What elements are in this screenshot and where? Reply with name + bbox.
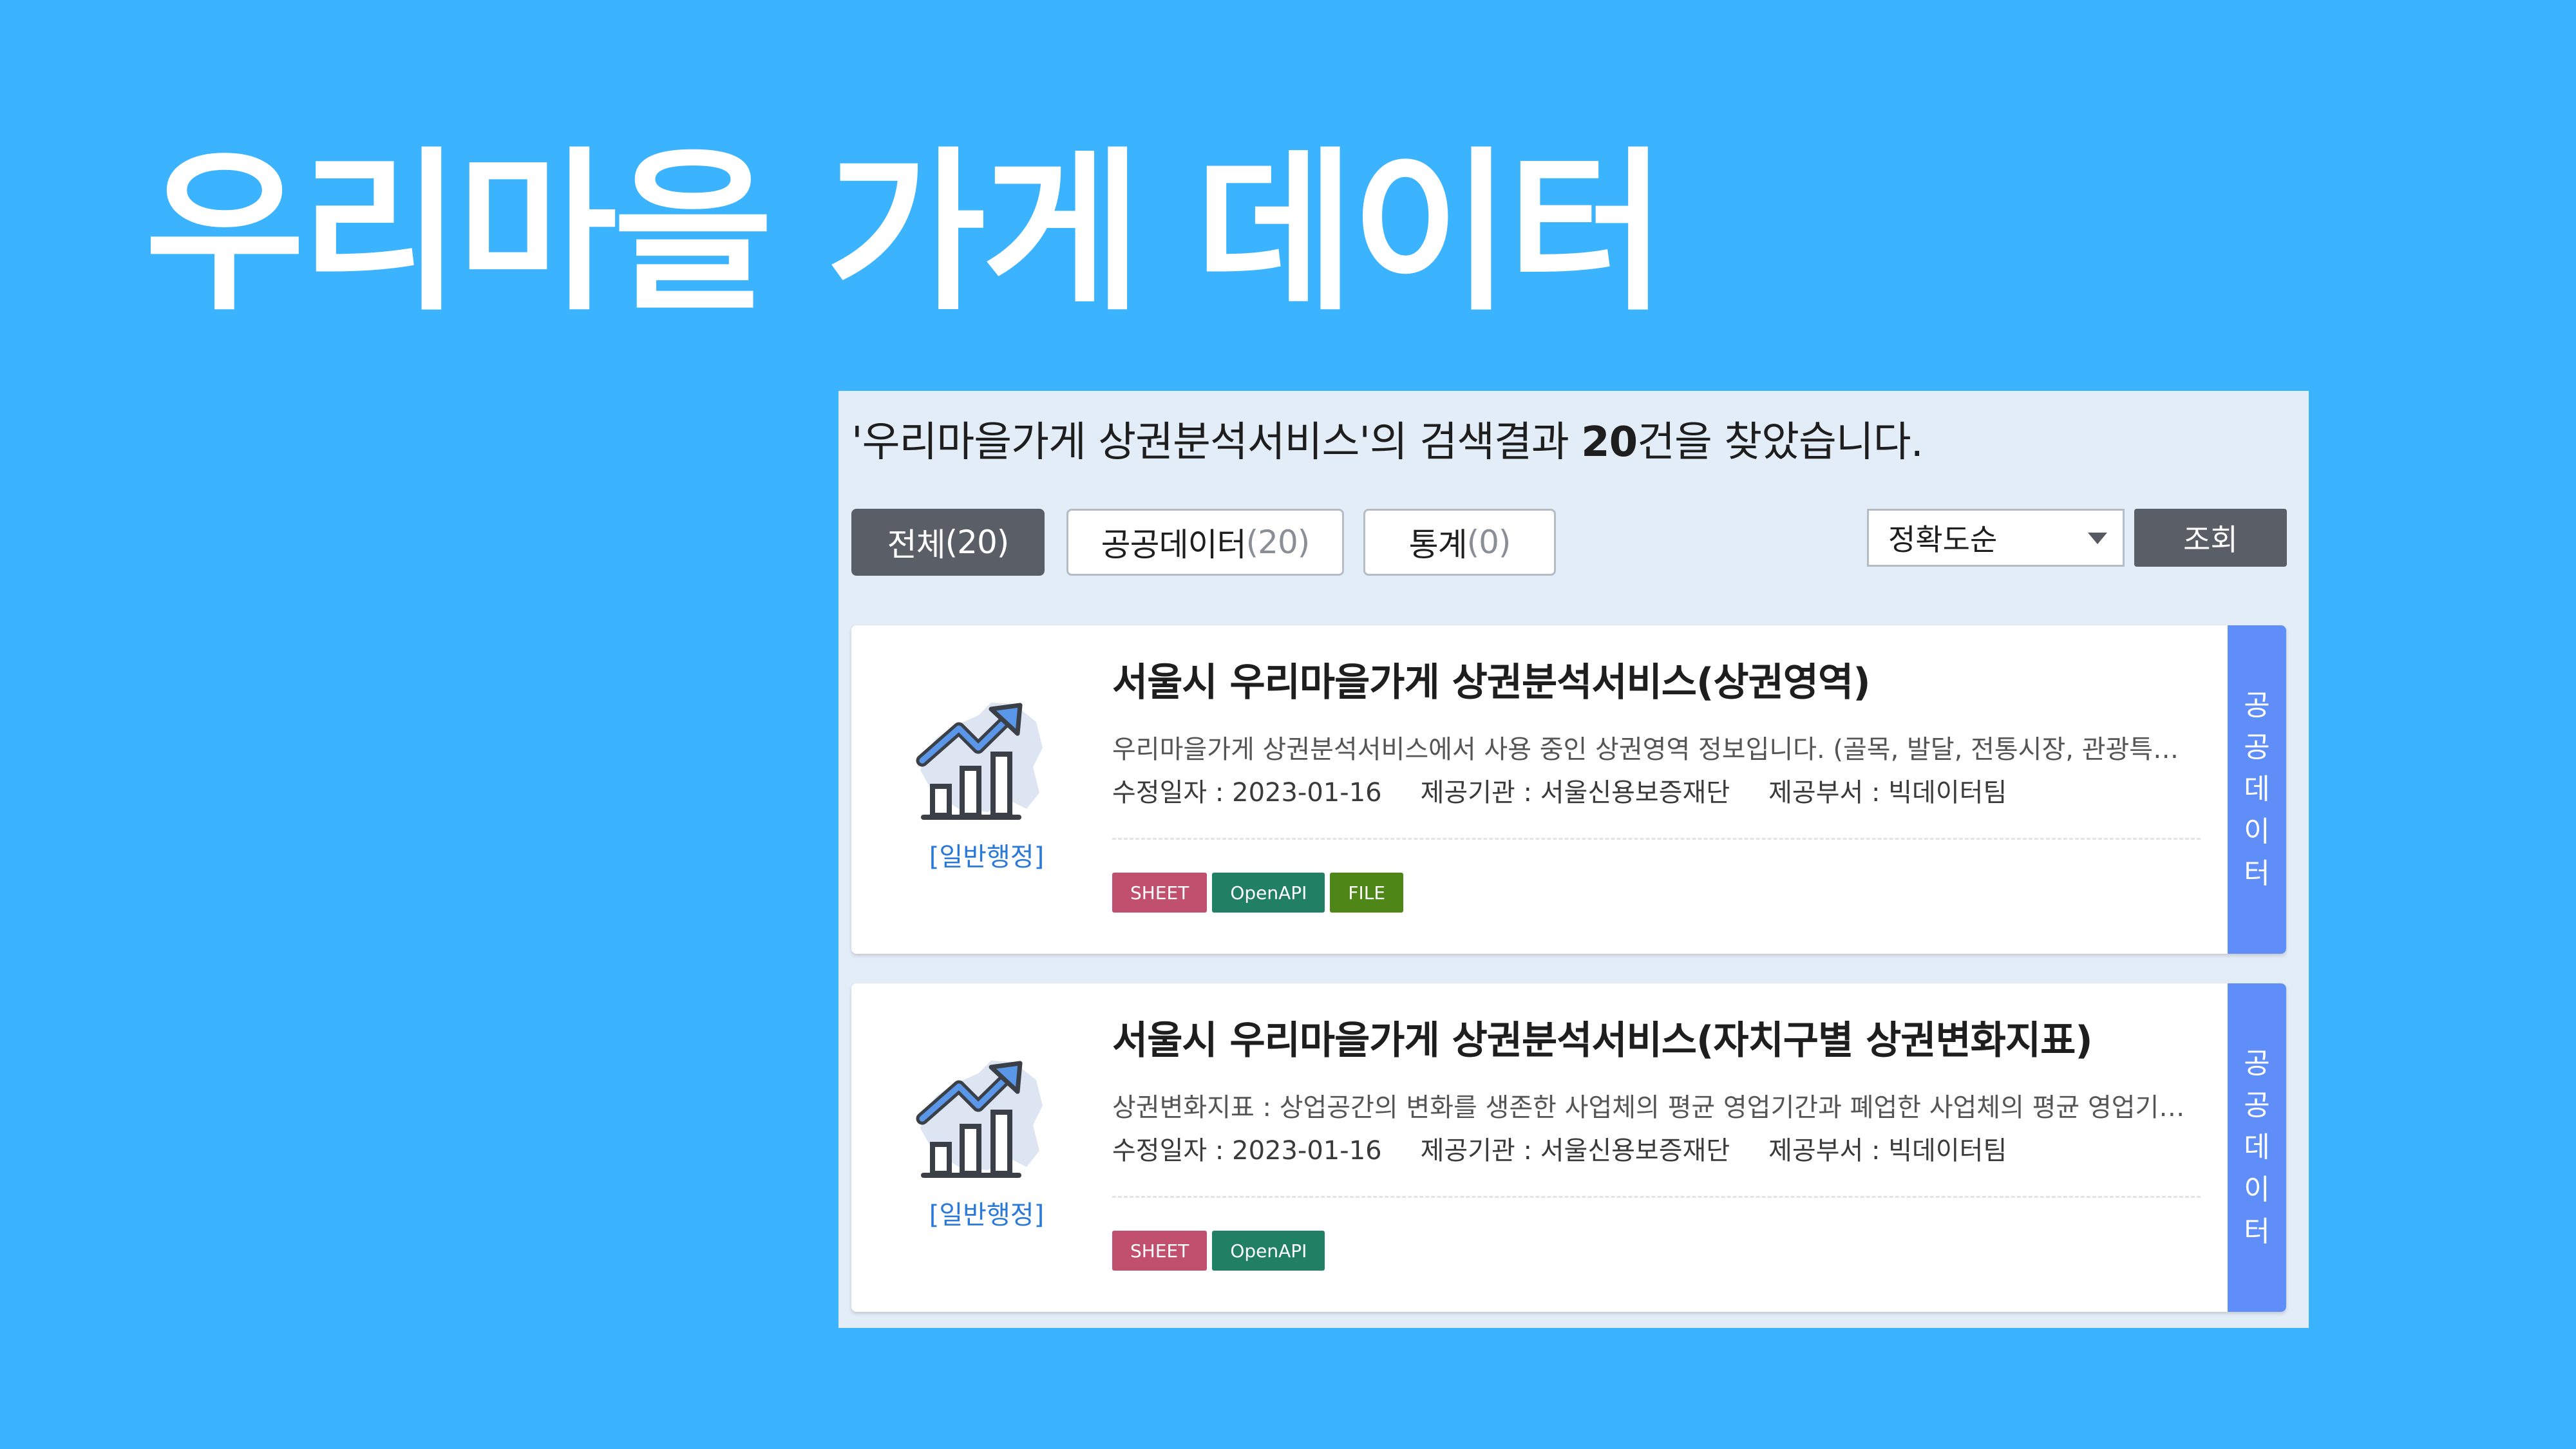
result-summary-prefix: '우리마을가게 상권분석서비스'의 검색결과 (851, 419, 1582, 466)
divider (1112, 1196, 2201, 1198)
department-label: 제공부서 : (1768, 778, 1880, 808)
trend-chart-icon (916, 703, 1043, 820)
department-value: 빅데이터팀 (1888, 1136, 2007, 1166)
tag-sheet[interactable]: SHEET (1112, 873, 1208, 913)
public-data-side-label: 공 공 데 이 터 (2228, 983, 2286, 1312)
search-button[interactable]: 조회 (2134, 509, 2287, 567)
tab-statistics-count: (0) (1466, 524, 1511, 561)
tab-all[interactable]: 전체 (20) (851, 509, 1045, 576)
tag-openapi[interactable]: OpenAPI (1212, 1231, 1325, 1271)
tab-public-data-count: (20) (1245, 524, 1311, 561)
tab-statistics-label: 통계 (1408, 526, 1468, 564)
side-label-char: 데 (2244, 773, 2270, 806)
format-tags: SHEET OpenAPI (1112, 1231, 1325, 1271)
category-label[interactable]: [일반행정] (851, 836, 1122, 873)
tab-statistics[interactable]: 통계 (0) (1363, 509, 1556, 576)
side-label-char: 터 (2244, 1215, 2270, 1248)
side-label-char: 이 (2244, 815, 2270, 848)
department-label: 제공부서 : (1768, 1136, 1880, 1166)
result-count: 20 (1581, 419, 1638, 466)
tag-openapi[interactable]: OpenAPI (1212, 873, 1325, 913)
result-card[interactable]: [일반행정] 서울시 우리마을가게 상권분석서비스(자치구별 상권변화지표) 상… (851, 983, 2286, 1312)
department-value: 빅데이터팀 (1888, 778, 2007, 808)
divider (1112, 838, 2201, 840)
result-title[interactable]: 서울시 우리마을가게 상권분석서비스(자치구별 상권변화지표) (1112, 1009, 2093, 1065)
result-summary: '우리마을가게 상권분석서비스'의 검색결과 20건을 찾았습니다. (851, 409, 1924, 468)
result-description: 우리마을가게 상권분석서비스에서 사용 중인 상권영역 정보입니다. (골목, … (1112, 735, 2194, 764)
result-summary-suffix: 건을 찾았습니다. (1637, 419, 1924, 466)
side-label-char: 공 (2244, 731, 2270, 764)
modified-label: 수정일자 : (1112, 1136, 1224, 1166)
sort-select[interactable]: 정확도순 (1867, 509, 2125, 567)
format-tags: SHEET OpenAPI FILE (1112, 873, 1404, 913)
side-label-char: 데 (2244, 1131, 2270, 1164)
category-label[interactable]: [일반행정] (851, 1194, 1122, 1231)
side-label-char: 이 (2244, 1173, 2270, 1206)
provider-value: 서울신용보증재단 (1540, 778, 1730, 808)
trend-chart-icon (916, 1061, 1043, 1178)
tag-sheet[interactable]: SHEET (1112, 1231, 1208, 1271)
side-label-char: 공 (2244, 1047, 2270, 1081)
tab-all-label: 전체 (887, 526, 946, 564)
provider-label: 제공기관 : (1420, 778, 1532, 808)
caret-down-icon (2088, 533, 2107, 544)
result-description: 상권변화지표 : 상업공간의 변화를 생존한 사업체의 평균 영업기간과 폐업한… (1112, 1093, 2194, 1122)
tag-file[interactable]: FILE (1330, 873, 1404, 913)
result-title[interactable]: 서울시 우리마을가게 상권분석서비스(상권영역) (1112, 651, 1871, 707)
result-meta: 수정일자 : 2023-01-16 제공기관 : 서울신용보증재단 제공부서 : 빅… (1112, 1130, 2007, 1167)
public-data-side-label: 공 공 데 이 터 (2228, 625, 2286, 954)
side-label-char: 공 (2244, 1089, 2270, 1122)
side-label-char: 공 (2244, 689, 2270, 723)
modified-label: 수정일자 : (1112, 778, 1224, 808)
tab-public-data[interactable]: 공공데이터 (20) (1066, 509, 1344, 576)
result-meta: 수정일자 : 2023-01-16 제공기관 : 서울신용보증재단 제공부서 : 빅… (1112, 772, 2007, 809)
side-label-char: 터 (2244, 857, 2270, 890)
provider-value: 서울신용보증재단 (1540, 1136, 1730, 1166)
result-card[interactable]: [일반행정] 서울시 우리마을가게 상권분석서비스(상권영역) 우리마을가게 상… (851, 625, 2286, 954)
search-results-panel: '우리마을가게 상권분석서비스'의 검색결과 20건을 찾았습니다. 전체 (20… (838, 391, 2309, 1328)
tab-public-data-label: 공공데이터 (1101, 526, 1247, 564)
slide-title: 우리마을 가게 데이터 (145, 131, 1667, 334)
modified-date: 2023-01-16 (1232, 1136, 1382, 1166)
provider-label: 제공기관 : (1420, 1136, 1532, 1166)
tab-all-count: (20) (945, 524, 1010, 561)
modified-date: 2023-01-16 (1232, 778, 1382, 808)
sort-select-value: 정확도순 (1888, 522, 1998, 557)
